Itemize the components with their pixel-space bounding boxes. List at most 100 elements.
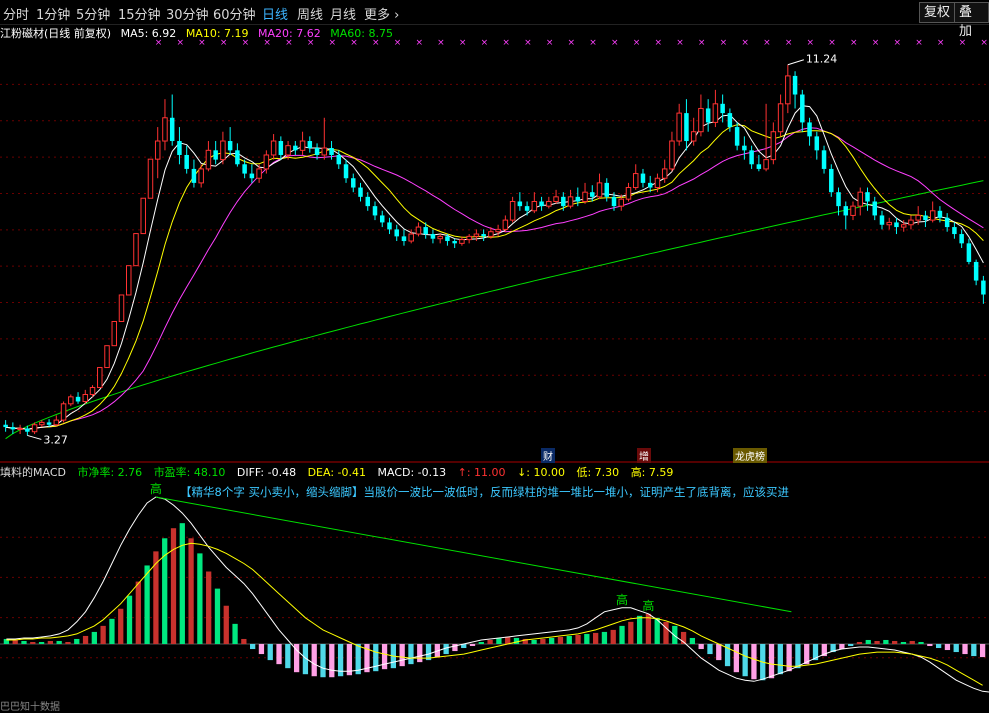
candle-body — [445, 236, 450, 242]
candle-body — [915, 214, 921, 221]
candle-body — [727, 113, 733, 128]
dea-line — [6, 542, 983, 686]
candle-body — [836, 192, 841, 207]
more-menu[interactable]: 更多 › — [364, 4, 399, 23]
indicator-name[interactable]: 填料的MACD — [0, 466, 66, 479]
candle-body — [31, 424, 38, 433]
macd-histogram-bar — [206, 571, 212, 644]
candle-body — [227, 141, 233, 151]
tab-1min[interactable]: 1分钟 — [36, 4, 70, 23]
restore-button[interactable]: 复权 — [919, 2, 956, 23]
macd-histogram-bar — [135, 581, 141, 644]
macd-histogram-bar — [179, 523, 185, 644]
signal-marker: × — [676, 38, 684, 48]
macd-histogram-bar — [144, 565, 150, 644]
signal-marker: × — [633, 38, 641, 48]
macd-legend: 填料的MACD 市净率: 2.76 市盈率: 48.10 DIFF: -0.48… — [0, 464, 681, 480]
macd-histogram-bar — [979, 644, 986, 658]
candle-body — [546, 200, 552, 207]
macd-histogram-bar — [267, 644, 273, 661]
candle-body — [198, 168, 204, 184]
candle-body — [661, 168, 668, 179]
signal-marker: × — [872, 38, 880, 48]
price-legend: 江粉磁材(日线 前复权) MA5: 6.92 MA10: 7.19 MA20: … — [0, 25, 399, 41]
tab-monthly[interactable]: 月线 — [330, 4, 356, 23]
macd-histogram-bar — [856, 641, 863, 644]
tab-daily[interactable]: 日线 — [262, 4, 288, 23]
candle-body — [473, 233, 480, 237]
macd-histogram-bar — [619, 625, 625, 644]
macd-histogram-bar — [241, 638, 247, 644]
tab-weekly[interactable]: 周线 — [297, 4, 323, 23]
candle-body — [25, 428, 30, 432]
candle-body — [358, 187, 363, 197]
candle-body — [531, 200, 538, 212]
event-flag-finance[interactable]: 财 — [541, 448, 555, 463]
candle-body — [205, 149, 212, 170]
candle-body — [351, 178, 356, 188]
macd-histogram-bar — [751, 644, 757, 680]
low-pointer — [27, 434, 42, 440]
tab-intraday[interactable]: 分时 — [3, 4, 29, 23]
macd-histogram-bar — [478, 641, 484, 644]
candle-body — [10, 427, 16, 430]
candle-body — [343, 164, 349, 179]
macd-histogram-bar — [329, 644, 335, 678]
indicator-note: 【精华8个字 买小卖小，缩头缩脚】当股价一波比一波低时，反而绿柱的堆一堆比一堆小… — [180, 485, 789, 499]
candle-body — [270, 140, 277, 156]
candle-body — [430, 234, 436, 239]
candle-body — [705, 108, 711, 123]
candle-body — [763, 159, 769, 170]
macd-histogram-bar — [742, 644, 748, 677]
overlay-button[interactable]: 叠加 — [954, 2, 989, 39]
macd-histogram-bar — [109, 618, 115, 644]
candle-body — [488, 231, 494, 237]
period-toolbar: 分时 1分钟 5分钟 15分钟 30分钟 60分钟 日线 周线 月线 更多 › … — [0, 0, 989, 39]
candle-body — [821, 150, 827, 169]
candle-body — [886, 221, 892, 226]
macd-histogram-bar — [320, 644, 326, 678]
kline-chart[interactable]: 11.243.27× × × × × × × × × × × × × × × × × × × × × × × × × × × × × × ×… — [0, 0, 989, 706]
ma5-line — [5, 105, 984, 430]
candle-body — [191, 168, 197, 183]
macd-histogram-bar — [505, 636, 511, 644]
candle-body — [75, 396, 81, 402]
candle-body — [800, 94, 805, 123]
candle-body — [379, 215, 385, 223]
ma5-value: MA5: 6.92 — [120, 27, 177, 40]
macd-histogram-bar — [250, 644, 256, 650]
tab-30min[interactable]: 30分钟 — [166, 4, 209, 23]
tab-15min[interactable]: 15分钟 — [118, 4, 161, 23]
candle-body — [690, 131, 697, 142]
candle-body — [162, 117, 168, 142]
candle-body — [604, 182, 610, 197]
macd-histogram-bar — [557, 636, 564, 644]
signal-marker: × — [980, 38, 988, 48]
tab-60min[interactable]: 60分钟 — [213, 4, 256, 23]
ma60-value: MA60: 8.75 — [330, 27, 393, 40]
macd-histogram-bar — [258, 644, 265, 655]
candle-body — [829, 168, 834, 193]
tab-5min[interactable]: 5分钟 — [76, 4, 110, 23]
macd-histogram-bar — [628, 621, 634, 644]
macd-histogram-bar — [927, 644, 933, 647]
candle-body — [567, 196, 574, 207]
macd-histogram-bar — [768, 644, 775, 679]
macd-histogram-bar — [496, 637, 502, 644]
macd-histogram-bar — [953, 644, 959, 653]
event-flag-toplist[interactable]: 龙虎榜 — [733, 448, 767, 463]
candle-body — [669, 140, 675, 170]
macd-histogram-bar — [47, 640, 54, 644]
candle-body — [959, 234, 964, 244]
macd-histogram-bar — [417, 644, 423, 663]
signal-marker: × — [741, 38, 749, 48]
candle-body — [314, 148, 320, 155]
candle-body — [684, 113, 689, 142]
macd-histogram-bar — [584, 633, 590, 644]
event-flag-increase[interactable]: 增 — [637, 448, 651, 463]
pe-ratio: 市盈率: 48.10 — [153, 466, 226, 479]
limit-down-value: ↓: 10.00 — [517, 466, 565, 479]
candle-body — [865, 192, 870, 202]
candle-body — [365, 196, 370, 207]
macd-histogram-bar — [118, 608, 124, 644]
